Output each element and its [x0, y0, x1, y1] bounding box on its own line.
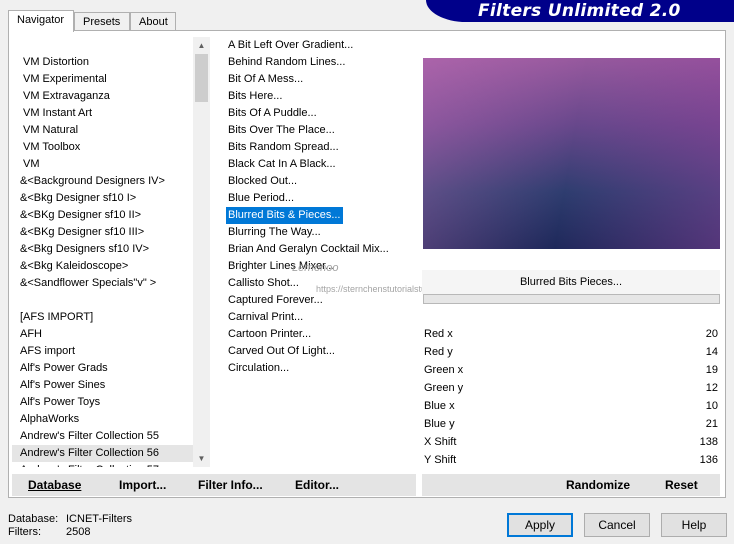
import-button[interactable]: Import...	[119, 474, 166, 496]
parameter-value[interactable]: 10	[706, 397, 718, 415]
tab-navigator[interactable]: Navigator	[8, 10, 74, 32]
filter-item[interactable]: Carved Out Of Light...	[226, 343, 337, 360]
category-item[interactable]: &<BKg Designer sf10 III>	[12, 224, 193, 241]
category-item[interactable]: VM Instant Art	[12, 105, 193, 122]
filter-item[interactable]: Blurred Bits & Pieces...	[226, 207, 343, 224]
parameter-row[interactable]: Red y 14	[422, 343, 720, 361]
parameter-name: Red x	[424, 328, 453, 340]
parameter-row[interactable]: X Shift 138	[422, 433, 720, 451]
apply-button[interactable]: Apply	[507, 513, 573, 537]
help-button[interactable]: Help	[661, 513, 727, 537]
category-item[interactable]: Alf's Power Grads	[12, 360, 193, 377]
filter-item[interactable]: Blue Period...	[226, 190, 296, 207]
parameter-row[interactable]: Blue y 21	[422, 415, 720, 433]
parameter-value[interactable]: 19	[706, 361, 718, 379]
category-item[interactable]: VM Extravaganza	[12, 88, 193, 105]
category-item[interactable]: [AFS IMPORT]	[12, 309, 193, 326]
parameter-value[interactable]: 14	[706, 343, 718, 361]
category-item[interactable]: Alf's Power Toys	[12, 394, 193, 411]
database-label: Database:	[8, 513, 59, 525]
category-item[interactable]: VM	[12, 156, 193, 173]
reset-button[interactable]: Reset	[665, 474, 698, 496]
editor-button[interactable]: Editor...	[295, 474, 339, 496]
category-item[interactable]: &<BKg Designer sf10 II>	[12, 207, 193, 224]
parameter-row[interactable]: Blue x 10	[422, 397, 720, 415]
parameter-name: Blue y	[424, 418, 455, 430]
category-item[interactable]: AFS import	[12, 343, 193, 360]
filter-item[interactable]: Cartoon Printer...	[226, 326, 313, 343]
cancel-button[interactable]: Cancel	[584, 513, 650, 537]
randomize-button[interactable]: Randomize	[566, 474, 630, 496]
parameter-value[interactable]: 21	[706, 415, 718, 433]
scrollbar-thumb[interactable]	[195, 54, 208, 102]
filter-item[interactable]: Blurring The Way...	[226, 224, 323, 241]
filter-item[interactable]: Bits Here...	[226, 88, 284, 105]
filter-item[interactable]: Behind Random Lines...	[226, 54, 347, 71]
category-item[interactable]: AFH	[12, 326, 193, 343]
category-item[interactable]: VM Toolbox	[12, 139, 193, 156]
category-item[interactable]: &<Bkg Designer sf10 I>	[12, 190, 193, 207]
category-item[interactable]	[12, 292, 193, 309]
category-item[interactable]: Alf's Power Sines	[12, 377, 193, 394]
parameter-row[interactable]: Green x 19	[422, 361, 720, 379]
parameter-name: Y Shift	[424, 454, 457, 466]
parameter-name: Red y	[424, 346, 453, 358]
filter-info-button[interactable]: Filter Info...	[198, 474, 263, 496]
category-item[interactable]: &<Background Designers IV>	[12, 173, 193, 190]
filter-item[interactable]: Circulation...	[226, 360, 291, 377]
tab-presets[interactable]: Presets	[74, 12, 130, 32]
filter-item[interactable]: Blocked Out...	[226, 173, 299, 190]
parameter-value[interactable]: 20	[706, 325, 718, 343]
filter-item[interactable]: Bit Of A Mess...	[226, 71, 305, 88]
category-item[interactable]: VM Distortion	[12, 54, 193, 71]
category-item[interactable]: AlphaWorks	[12, 411, 193, 428]
category-item[interactable]: Andrew's Filter Collection 56	[12, 445, 193, 462]
filter-list[interactable]: A Bit Left Over Gradient... Behind Random…	[216, 37, 416, 467]
category-item[interactable]: &<Bkg Kaleidoscope>	[12, 258, 193, 275]
filter-item[interactable]: Carnival Print...	[226, 309, 305, 326]
category-scrollbar[interactable]: ▲ ▼	[193, 37, 210, 467]
category-item[interactable]: &<Sandflower Specials"v" >	[12, 275, 193, 292]
progress-bar	[423, 294, 720, 304]
filter-item[interactable]: Brian And Geralyn Cocktail Mix...	[226, 241, 391, 258]
scroll-down-icon[interactable]: ▼	[193, 450, 210, 467]
filter-title: Blurred Bits Pieces...	[422, 270, 720, 294]
watermark-text: Lernonoo	[292, 262, 339, 274]
app-title: Filters Unlimited 2.0	[478, 1, 681, 21]
category-item[interactable]: Andrew's Filter Collection 55	[12, 428, 193, 445]
category-list[interactable]: VM Distortion VM Experimental VM Extravaga…	[12, 37, 209, 467]
filters-label: Filters:	[8, 526, 41, 538]
parameter-name: Green y	[424, 382, 464, 394]
filter-item[interactable]: A Bit Left Over Gradient...	[226, 37, 355, 54]
parameter-list: Red x 20 Red y 14 Green x 19 Green y 12 Blue x 10…	[422, 325, 720, 469]
filters-count: 2508	[66, 526, 91, 538]
category-item[interactable]: VM Natural	[12, 122, 193, 139]
parameter-row[interactable]: Y Shift 136	[422, 451, 720, 469]
tab-about[interactable]: About	[130, 12, 176, 32]
category-item[interactable]: Andrew's Filter Collection 57	[12, 462, 193, 467]
filter-item[interactable]: Bits Random Spread...	[226, 139, 341, 156]
parameter-row[interactable]: Red x 20	[422, 325, 720, 343]
parameter-name: X Shift	[424, 436, 457, 448]
filter-item[interactable]: Bits Of A Puddle...	[226, 105, 319, 122]
preview-overlay	[423, 58, 720, 249]
filter-item[interactable]: Bits Over The Place...	[226, 122, 337, 139]
parameter-value[interactable]: 12	[706, 379, 718, 397]
category-item[interactable]: VM Experimental	[12, 71, 193, 88]
database-value: ICNET-Filters	[66, 513, 132, 525]
parameter-value[interactable]: 136	[700, 451, 718, 469]
database-button[interactable]: Database	[28, 474, 81, 496]
parameter-name: Green x	[424, 364, 464, 376]
scroll-up-icon[interactable]: ▲	[193, 37, 210, 54]
category-item[interactable]: &<Bkg Designers sf10 IV>	[12, 241, 193, 258]
parameter-value[interactable]: 138	[700, 433, 718, 451]
parameter-name: Blue x	[424, 400, 455, 412]
filter-item[interactable]: Black Cat In A Black...	[226, 156, 338, 173]
parameter-row[interactable]: Green y 12	[422, 379, 720, 397]
